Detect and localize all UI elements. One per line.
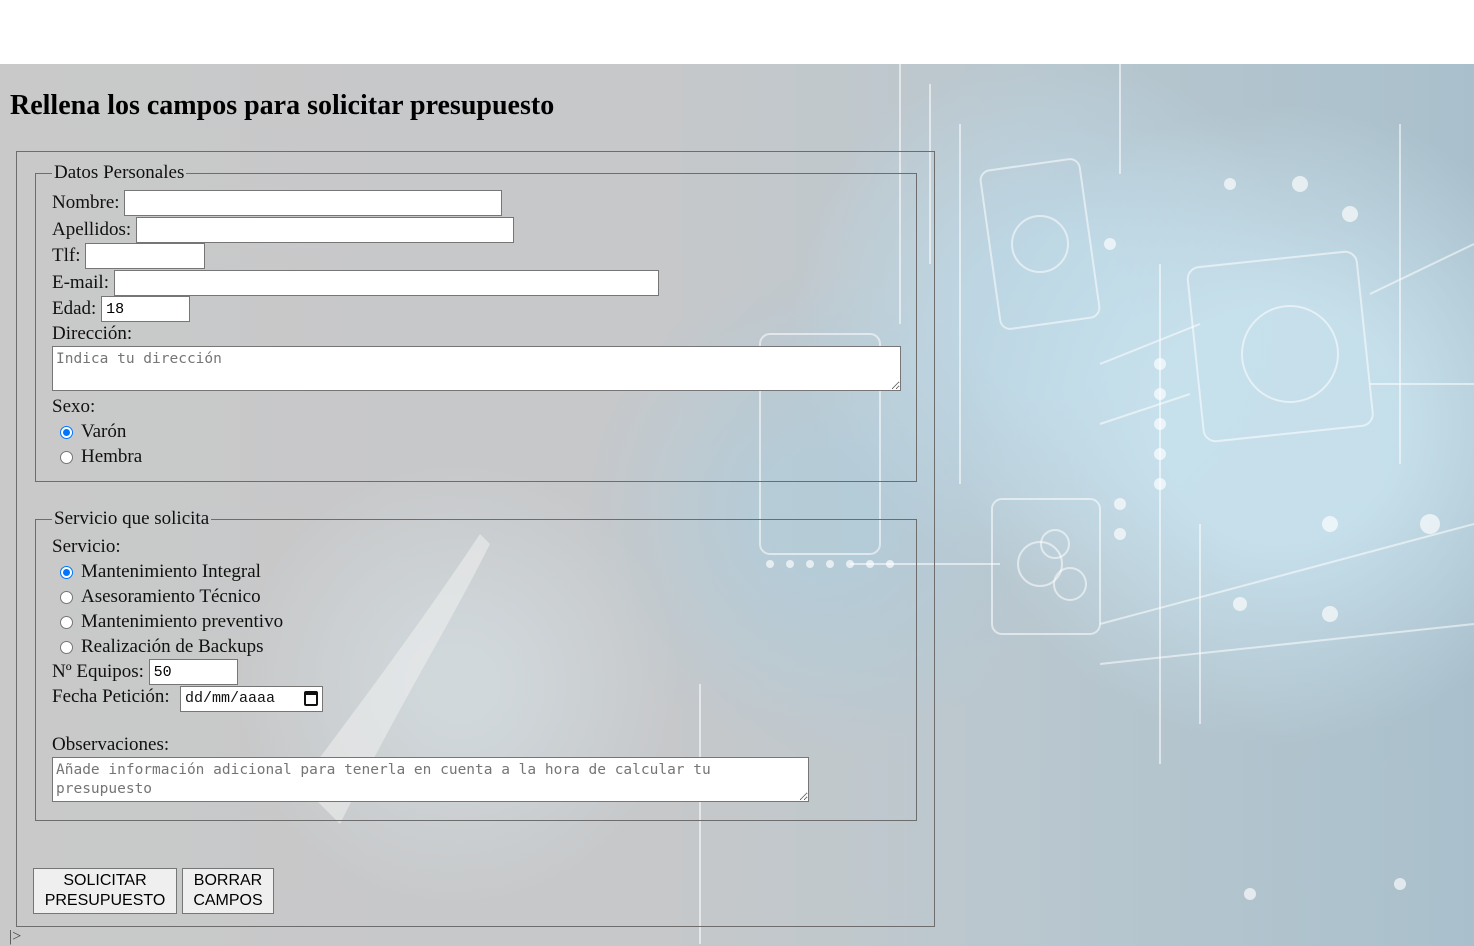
radio-button[interactable] <box>60 591 73 605</box>
equipos-row: Nº Equipos: <box>52 659 238 685</box>
service-option-preventivo[interactable]: Mantenimiento preventivo <box>52 611 283 633</box>
equipos-label: Nº Equipos: <box>52 661 144 682</box>
sexo-option-hembra[interactable]: Hembra <box>52 446 142 468</box>
reset-button-line2: CAMPOS <box>193 892 263 909</box>
service-option-backups[interactable]: Realización de Backups <box>52 636 264 658</box>
fecha-date-input[interactable]: dd/mm/aaaa <box>180 686 323 712</box>
tlf-row: Tlf: <box>52 243 206 269</box>
radio-button[interactable] <box>60 426 73 440</box>
page-title: Rellena los campos para solicitar presup… <box>10 90 555 121</box>
fecha-placeholder: dd/mm/aaaa <box>185 690 276 707</box>
apellidos-input[interactable] <box>135 217 514 243</box>
servicio-label: Servicio: <box>52 536 121 557</box>
service-legend: Servicio que solicita <box>54 508 210 529</box>
observaciones-textarea[interactable] <box>52 757 809 802</box>
service-option-mantenimiento-integral[interactable]: Mantenimiento Integral <box>52 561 261 583</box>
submit-button-line1: SOLICITAR <box>63 872 147 889</box>
sexo-option-label: Hembra <box>81 446 143 467</box>
apellidos-row: Apellidos: <box>52 217 514 243</box>
email-label: E-mail: <box>52 272 109 293</box>
service-option-label: Asesoramiento Técnico <box>81 586 261 607</box>
service-option-label: Mantenimiento Integral <box>81 561 261 582</box>
nombre-label: Nombre: <box>52 192 120 213</box>
radio-button[interactable] <box>60 616 73 630</box>
radio-button[interactable] <box>60 451 73 465</box>
service-option-asesoramiento[interactable]: Asesoramiento Técnico <box>52 586 261 608</box>
sexo-label: Sexo: <box>52 396 96 417</box>
observaciones-label: Observaciones: <box>52 734 170 755</box>
submit-button[interactable]: SOLICITAR PRESUPUESTO <box>33 868 177 914</box>
radio-button[interactable] <box>60 641 73 655</box>
sexo-option-label: Varón <box>81 421 127 442</box>
stray-text: |> <box>9 928 22 945</box>
direccion-label: Dirección: <box>52 323 133 344</box>
service-option-label: Realización de Backups <box>81 636 264 657</box>
tlf-input[interactable] <box>85 243 206 269</box>
nombre-row: Nombre: <box>52 190 503 216</box>
calendar-icon[interactable] <box>304 691 318 706</box>
email-input[interactable] <box>113 270 659 296</box>
fecha-label: Fecha Petición: <box>52 686 170 707</box>
edad-input[interactable] <box>101 296 191 322</box>
tlf-label: Tlf: <box>52 245 81 266</box>
nombre-input[interactable] <box>124 190 503 216</box>
radio-button[interactable] <box>60 566 73 580</box>
edad-label: Edad: <box>52 298 97 319</box>
personal-data-legend: Datos Personales <box>54 162 185 183</box>
direccion-textarea[interactable] <box>52 346 901 391</box>
submit-button-line2: PRESUPUESTO <box>44 892 166 909</box>
edad-row: Edad: <box>52 296 191 322</box>
apellidos-label: Apellidos: <box>52 219 132 240</box>
equipos-input[interactable] <box>148 659 238 685</box>
sexo-option-varon[interactable]: Varón <box>52 421 126 443</box>
service-option-label: Mantenimiento preventivo <box>81 611 284 632</box>
email-row: E-mail: <box>52 270 659 296</box>
reset-button[interactable]: BORRAR CAMPOS <box>182 868 274 914</box>
reset-button-line1: BORRAR <box>193 872 263 889</box>
